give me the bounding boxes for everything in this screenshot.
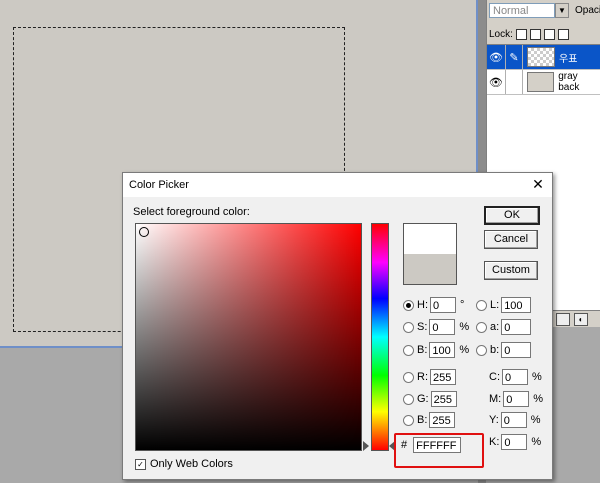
saturation-row: S: 0 % [403,318,469,336]
hue-slider-arrow-left-icon[interactable] [363,441,369,451]
yellow-row: Y: 0 % [489,411,541,429]
blue-radio[interactable] [403,414,414,426]
black-label: K: [489,436,500,448]
red-row: R: 255 [403,368,456,386]
lock-label: Lock: [489,28,513,40]
lab-l-row: L: 100 [476,296,532,314]
cyan-input[interactable]: 0 [502,369,528,385]
layer-row[interactable]: 👁 ✎ 우표 [487,45,600,70]
hue-label: H: [417,299,428,311]
new-folder-icon[interactable] [556,313,570,326]
ok-button[interactable]: OK [484,206,540,225]
red-radio[interactable] [403,371,414,383]
dialog-title: Color Picker [129,179,189,191]
magenta-row: M: 0 % [489,390,543,408]
lab-l-label: L: [490,299,500,311]
lab-l-radio[interactable] [476,299,487,311]
yellow-unit: % [530,414,541,426]
green-input[interactable]: 255 [430,391,457,407]
magenta-label: M: [489,393,502,405]
blend-mode-select[interactable]: Normal [489,3,555,18]
select-foreground-label: Select foreground color: [133,206,250,218]
green-radio[interactable] [403,393,414,405]
layer-row[interactable]: 👁 gray back [487,70,600,95]
lab-b-radio[interactable] [476,344,487,356]
black-unit: % [531,436,542,448]
color-field[interactable] [135,223,362,451]
lock-row: Lock: [489,26,600,42]
yellow-label: Y: [489,414,499,426]
lock-transparency-icon[interactable] [515,28,527,40]
lab-a-radio[interactable] [476,321,487,333]
close-icon[interactable]: ✕ [530,176,546,192]
red-input[interactable]: 255 [430,369,456,385]
brightness-unit: % [459,344,470,356]
layer-thumbnail [526,72,555,92]
cyan-unit: % [532,371,542,383]
chevron-down-icon[interactable]: ▼ [555,3,569,18]
hex-row: # FFFFFF [401,437,462,453]
black-row: K: 0 % [489,433,541,451]
cancel-button[interactable]: Cancel [484,230,538,249]
magenta-input[interactable]: 0 [503,391,530,407]
adjustment-layer-icon[interactable]: ◐ [574,313,588,326]
lab-l-input[interactable]: 100 [501,297,532,313]
lock-pixels-icon[interactable] [529,28,541,40]
cyan-row: C: 0 % [489,368,542,386]
color-field-marker[interactable] [139,227,149,237]
hex-label: # [401,439,408,451]
green-label: G: [417,393,429,405]
custom-button[interactable]: Custom [484,261,538,280]
hex-input[interactable]: FFFFFF [413,437,462,453]
layer-thumbnail [527,47,555,67]
hue-slider[interactable] [371,223,389,451]
hue-row: H: 0 ° [403,296,464,314]
red-label: R: [417,371,428,383]
web-colors-checkbox[interactable]: ✓ [135,458,146,470]
lock-all-icon[interactable] [557,28,569,40]
hue-radio[interactable] [403,299,414,311]
opacity-label: Opacit [575,5,600,16]
black-input[interactable]: 0 [501,434,528,450]
web-colors-label: Only Web Colors [150,458,233,470]
lab-b-row: b: 0 [476,341,532,359]
brightness-input[interactable]: 100 [429,342,456,358]
lock-position-icon[interactable] [543,28,555,40]
brightness-radio[interactable] [403,344,414,356]
hue-unit: ° [460,299,465,311]
magenta-unit: % [533,393,544,405]
yellow-input[interactable]: 0 [500,412,527,428]
green-row: G: 255 [403,390,457,408]
hue-input[interactable]: 0 [430,297,456,313]
new-color-swatch [403,223,457,254]
lab-b-input[interactable]: 0 [501,342,532,358]
brush-icon[interactable] [506,70,523,94]
eye-icon[interactable]: 👁 [487,70,506,94]
saturation-unit: % [459,321,470,333]
dialog-titlebar[interactable]: Color Picker ✕ [123,173,552,197]
brightness-row: B: 100 % [403,341,469,359]
brightness-label: B: [417,344,428,356]
web-colors-row: ✓ Only Web Colors [135,458,233,470]
eye-icon[interactable]: 👁 [487,45,506,69]
saturation-input[interactable]: 0 [429,319,456,335]
brush-icon[interactable]: ✎ [506,45,523,69]
lab-a-input[interactable]: 0 [501,319,532,335]
saturation-label: S: [417,321,428,333]
layer-name: 우표 [559,53,578,65]
lab-b-label: b: [490,344,500,356]
lab-a-label: a: [490,321,500,333]
blue-label: B: [417,414,428,426]
lab-a-row: a: 0 [476,318,532,336]
current-color-swatch[interactable] [403,254,457,285]
saturation-radio[interactable] [403,321,414,333]
color-picker-dialog: Color Picker ✕ Select foreground color: … [122,172,553,480]
layer-name: gray back [558,71,580,93]
blue-input[interactable]: 255 [429,412,456,428]
blue-row: B: 255 [403,411,456,429]
cyan-label: C: [489,371,500,383]
